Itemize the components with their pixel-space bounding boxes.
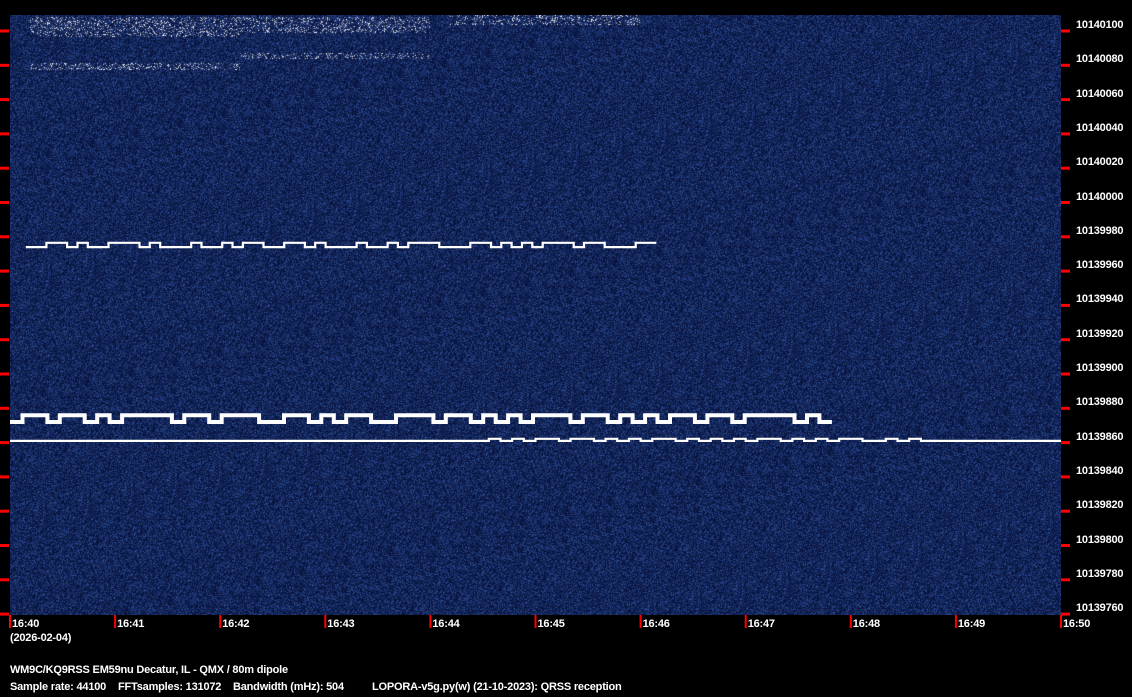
y-tick-label: 10139800 [1076, 533, 1124, 546]
x-tick-label: 16:46 [642, 618, 670, 630]
y-tick-label: 10140040 [1076, 121, 1124, 134]
y-tick-label: 10140000 [1076, 190, 1124, 203]
y-tick-label: 10139860 [1076, 430, 1124, 443]
software-version: LOPORA-v5g.py(w) (21-10-2023): QRSS rece… [372, 681, 622, 693]
fsk-signal-10139976-trace [25, 241, 657, 249]
y-tick-label: 10139820 [1076, 499, 1124, 512]
x-tick-label: 16:44 [432, 618, 460, 630]
carrier-10139862-trace [10, 437, 1061, 442]
y-tick-label: 10140080 [1076, 53, 1124, 66]
x-tick-label: 16:50 [1063, 618, 1091, 630]
y-tick-label: 10140020 [1076, 156, 1124, 169]
sample-rate: Sample rate: 44100 [10, 681, 107, 693]
x-tick-label: 16:43 [327, 618, 355, 630]
x-tick-label: 16:49 [957, 618, 986, 630]
y-tick-label: 10139880 [1076, 396, 1124, 409]
y-tick-label: 10139900 [1076, 362, 1124, 374]
y-tick-label: 10139780 [1076, 567, 1124, 580]
x-tick-label: 16:48 [852, 618, 880, 630]
fft-samples: FFTsamples: 131072 [118, 681, 222, 693]
y-tick-label: 10139940 [1076, 293, 1124, 306]
y-tick-label: 10140060 [1076, 87, 1124, 100]
y-tick-label: 10139960 [1076, 259, 1124, 272]
y-tick-label: 10139840 [1076, 464, 1124, 477]
y-tick-label: 10140100 [1076, 19, 1124, 31]
axes-overlay [0, 29, 1070, 628]
fsk-signal-10139874-trace [10, 413, 832, 424]
x-tick-label: 16:45 [537, 618, 565, 630]
y-tick-label: 10139760 [1076, 602, 1124, 615]
x-tick-label: 16:41 [117, 618, 145, 630]
x-tick-label: 16:47 [747, 618, 775, 630]
y-tick-label: 10139920 [1076, 327, 1124, 340]
date-label: (2026-02-04) [10, 632, 72, 644]
x-tick-label: 16:42 [222, 618, 250, 630]
station-title: WM9C/KQ9RSS EM59nu Decatur, IL - QMX / 8… [10, 664, 288, 676]
bandwidth: Bandwidth (mHz): 504 [233, 681, 344, 693]
y-tick-label: 10139980 [1076, 224, 1124, 237]
x-tick-label: 16:40 [12, 618, 40, 630]
